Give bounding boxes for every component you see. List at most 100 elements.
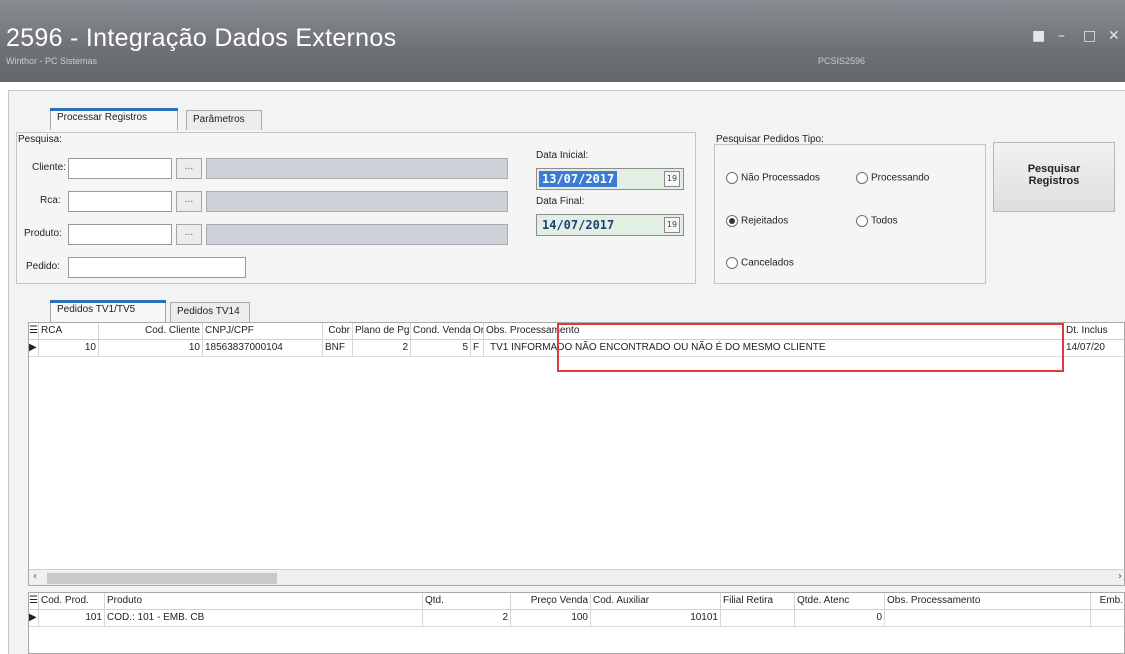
itens-grid: ☰ Cod. Prod. Produto Qtd. Preço Venda Co… [28, 592, 1125, 654]
data-final-picker[interactable]: 14/07/2017 19 [536, 214, 684, 236]
radio-cancelados-label: Cancelados [741, 257, 794, 269]
radio-processando-label: Processando [871, 172, 930, 184]
cliente-description-field [206, 158, 508, 179]
data-inicial-picker[interactable]: 13/07/2017 19 [536, 168, 684, 190]
cell-preco-venda[interactable]: 100 [511, 610, 591, 627]
radio-rejeitados[interactable]: Rejeitados [726, 215, 788, 227]
cell-filial-retira[interactable] [721, 610, 795, 627]
col-cnpj-cpf[interactable]: CNPJ/CPF [203, 323, 323, 340]
col-emb[interactable]: Emb. [1091, 593, 1124, 610]
cell-plano[interactable]: 2 [353, 340, 411, 357]
col-rca[interactable]: RCA [39, 323, 99, 340]
table-row[interactable]: ▶ 101 COD.: 101 - EMB. CB 2 100 10101 0 [29, 610, 1124, 627]
produto-description-field [206, 224, 508, 245]
radio-processando[interactable]: Processando [856, 172, 929, 184]
radio-rejeitados-label: Rejeitados [741, 215, 789, 227]
radio-icon[interactable] [856, 172, 868, 184]
calendar-icon[interactable]: 19 [664, 217, 680, 233]
pedidos-horizontal-scrollbar[interactable]: ‹ › [29, 569, 1124, 585]
produto-label: Produto: [24, 228, 62, 239]
radio-icon[interactable] [726, 172, 738, 184]
rca-label: Rca: [40, 195, 61, 206]
search-group-label: Pesquisa: [18, 134, 62, 145]
col-preco-venda[interactable]: Preço Venda [511, 593, 591, 610]
produto-lookup-button[interactable]: ... [176, 224, 202, 245]
pedido-input[interactable] [68, 257, 246, 278]
window-title: 2596 - Integração Dados Externos [6, 24, 397, 52]
close-icon[interactable]: ✕ [1108, 28, 1120, 44]
maximize-icon[interactable]: □ [1083, 28, 1096, 44]
col-cond-venda[interactable]: Cond. Venda [411, 323, 471, 340]
col-or[interactable]: Or [471, 323, 484, 340]
window-titlebar: 2596 - Integração Dados Externos Winthor… [0, 0, 1125, 82]
radio-nao-processados-label: Não Processados [741, 172, 820, 184]
grid-corner-icon[interactable]: ☰ [29, 593, 39, 610]
cliente-label: Cliente: [32, 162, 66, 173]
radio-icon[interactable] [856, 215, 868, 227]
cell-or[interactable]: F [471, 340, 484, 357]
col-plano-pgt[interactable]: Plano de Pgt [353, 323, 411, 340]
pesquisar-registros-button[interactable]: Pesquisar Registros [993, 142, 1115, 212]
row-indicator-icon: ▶ [29, 340, 39, 357]
col-filial-retira[interactable]: Filial Retira [721, 593, 795, 610]
cell-cond-venda[interactable]: 5 [411, 340, 471, 357]
produto-input[interactable] [68, 224, 172, 245]
scroll-right-icon[interactable]: › [1118, 571, 1122, 582]
cell-cod-prod[interactable]: 101 [39, 610, 105, 627]
rca-input[interactable] [68, 191, 172, 212]
tipo-group-label: Pesquisar Pedidos Tipo: [716, 134, 824, 145]
cell-emb[interactable] [1091, 610, 1124, 627]
col-qtde-atendida[interactable]: Qtde. Atenc [795, 593, 885, 610]
radio-todos[interactable]: Todos [856, 215, 898, 227]
col-dt-inclusao[interactable]: Dt. Inclus [1064, 323, 1124, 340]
col-qtd[interactable]: Qtd. [423, 593, 511, 610]
scroll-thumb[interactable] [47, 573, 277, 584]
cell-produto[interactable]: COD.: 101 - EMB. CB [105, 610, 423, 627]
col-cod-cliente[interactable]: Cod. Cliente [99, 323, 203, 340]
minimize-icon[interactable]: – [1058, 28, 1065, 44]
col-obs-processamento-item[interactable]: Obs. Processamento [885, 593, 1091, 610]
col-cod-auxiliar[interactable]: Cod. Auxiliar [591, 593, 721, 610]
tab-pedidos-tv1-tv5[interactable]: Pedidos TV1/TV5 [50, 300, 166, 322]
cell-obs-processamento-item[interactable] [885, 610, 1091, 627]
cell-rca[interactable]: 10 [39, 340, 99, 357]
cliente-input[interactable] [68, 158, 172, 179]
rca-lookup-button[interactable]: ... [176, 191, 202, 212]
col-cod-prod[interactable]: Cod. Prod. [39, 593, 105, 610]
itens-grid-header: ☰ Cod. Prod. Produto Qtd. Preço Venda Co… [29, 593, 1124, 610]
radio-cancelados[interactable]: Cancelados [726, 257, 794, 269]
cell-qtde-atendida[interactable]: 0 [795, 610, 885, 627]
data-inicial-value[interactable]: 13/07/2017 [539, 171, 618, 187]
restore-icon[interactable]: ■ [1032, 28, 1045, 44]
tab-parametros[interactable]: Parâmetros [186, 110, 262, 130]
pesquisar-button-line2: Registros [1028, 175, 1080, 187]
calendar-icon[interactable]: 19 [664, 171, 680, 187]
obs-highlight-box [557, 323, 1064, 372]
cell-cod-auxiliar[interactable]: 10101 [591, 610, 721, 627]
data-inicial-label: Data Inicial: [536, 150, 589, 161]
cell-cnpj[interactable]: 18563837000104 [203, 340, 323, 357]
pedido-label: Pedido: [26, 261, 60, 272]
radio-icon[interactable] [726, 257, 738, 269]
cell-cobr[interactable]: BNF [323, 340, 353, 357]
cell-qtd[interactable]: 2 [423, 610, 511, 627]
data-final-value[interactable]: 14/07/2017 [539, 217, 617, 233]
data-final-label: Data Final: [536, 196, 585, 207]
grid-corner-icon[interactable]: ☰ [29, 323, 39, 340]
cell-dt-inclusao[interactable]: 14/07/20 [1064, 340, 1124, 357]
tab-pedidos-tv14[interactable]: Pedidos TV14 [170, 302, 250, 322]
cell-cod-cliente[interactable]: 10 [99, 340, 203, 357]
window-subtitle: Winthor - PC Sistemas [6, 56, 98, 66]
rca-description-field [206, 191, 508, 212]
radio-selected-icon[interactable] [726, 215, 738, 227]
pesquisar-button-line1: Pesquisar [1027, 163, 1081, 175]
radio-nao-processados[interactable]: Não Processados [726, 172, 820, 184]
radio-todos-label: Todos [871, 215, 898, 227]
tab-processar-registros[interactable]: Processar Registros [50, 108, 178, 130]
row-indicator-icon: ▶ [29, 610, 39, 627]
scroll-left-icon[interactable]: ‹ [33, 571, 37, 582]
col-produto[interactable]: Produto [105, 593, 423, 610]
cliente-lookup-button[interactable]: ... [176, 158, 202, 179]
col-cobr[interactable]: Cobr [323, 323, 353, 340]
window-code: PCSIS2596 [818, 56, 866, 66]
